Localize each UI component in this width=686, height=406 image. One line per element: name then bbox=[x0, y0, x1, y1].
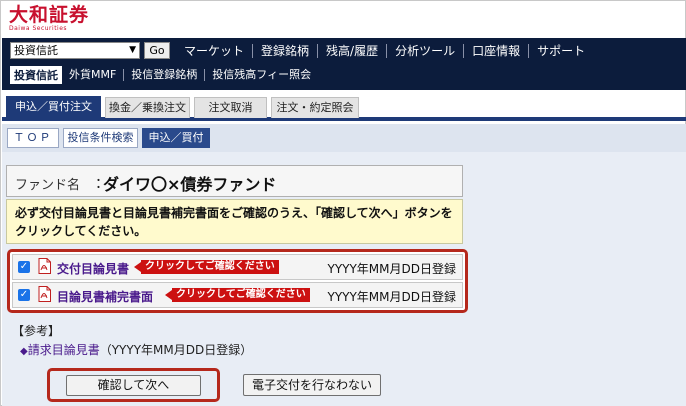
pdf-icon bbox=[38, 286, 51, 302]
main-content: ファンド名 ： ダイワ〇×債券ファンド 必ず交付目論見書と目論見書補完書面をご確… bbox=[2, 152, 686, 406]
arrow-left-icon bbox=[134, 262, 141, 272]
submenu-investment-trust[interactable]: 投資信託 bbox=[10, 66, 62, 84]
reference-item: ◆請求目論見書（YYYY年MM月DD日登録） bbox=[20, 341, 252, 358]
no-electronic-delivery-button[interactable]: 電子交付を行なわない bbox=[243, 374, 381, 396]
tab-purchase-order[interactable]: 申込／買付注文 bbox=[6, 96, 101, 120]
registration-date: YYYY年MM月DD日登録 bbox=[327, 262, 456, 276]
document-row: ✓ 交付目論見書 クリックしてご確認ください YYYY年MM月DD日登録 bbox=[12, 254, 463, 280]
brand-name-en: Daiwa Securities bbox=[9, 25, 68, 32]
pdf-icon bbox=[38, 258, 51, 274]
diamond-bullet-icon: ◆ bbox=[20, 346, 28, 357]
delivery-prospectus-link[interactable]: 交付目論見書 bbox=[57, 260, 129, 277]
reference-heading: 【参考】 bbox=[12, 324, 61, 338]
request-prospectus-link[interactable]: 請求目論見書 bbox=[28, 343, 100, 357]
category-select[interactable]: 投資信託 ▼ bbox=[10, 42, 140, 59]
submenu-foreign-mmf[interactable]: 外貨MMF bbox=[62, 69, 123, 81]
menu-analysis-tools[interactable]: 分析ツール bbox=[387, 44, 465, 58]
menu-account-info[interactable]: 口座情報 bbox=[464, 44, 530, 58]
submenu-registered-funds[interactable]: 投信登録銘柄 bbox=[123, 69, 204, 81]
fund-name-box: ファンド名 ： ダイワ〇×債券ファンド bbox=[6, 165, 463, 197]
checkbox-supplementary-doc[interactable]: ✓ bbox=[18, 289, 30, 301]
arrow-left-icon bbox=[165, 290, 172, 300]
page-frame: 大和証券 Daiwa Securities 投資信託 ▼ Go マーケット 登録… bbox=[0, 0, 686, 406]
category-select-value: 投資信託 bbox=[14, 44, 58, 57]
sub-menu: 投資信託 外貨MMF 投信登録銘柄 投信残高フィー照会 bbox=[10, 65, 318, 85]
fund-name-value: ダイワ〇×債券ファンド bbox=[103, 175, 277, 194]
confirm-button-highlight: 確認して次へ bbox=[47, 368, 220, 402]
subtab-purchase[interactable]: 申込／買付 bbox=[142, 128, 210, 148]
prospectus-documents: ✓ 交付目論見書 クリックしてご確認ください YYYY年MM月DD日登録 ✓ 目… bbox=[7, 249, 468, 313]
chevron-down-icon: ▼ bbox=[129, 45, 136, 55]
subtab-top[interactable]: ＴＯＰ bbox=[7, 128, 59, 148]
tab-order-inquiry[interactable]: 注文・約定照会 bbox=[271, 97, 359, 118]
checkbox-delivery-prospectus[interactable]: ✓ bbox=[18, 261, 30, 273]
confirm-next-button[interactable]: 確認して次へ bbox=[66, 375, 201, 396]
go-button[interactable]: Go bbox=[144, 42, 170, 59]
confirmation-notice: 必ず交付目論見書と目論見書補完書面をご確認のうえ、「確認して次へ」ボタンをクリッ… bbox=[6, 199, 463, 244]
order-tabs: 申込／買付注文 換金／乗換注文 注文取消 注文・約定照会 bbox=[2, 96, 686, 121]
sub-tabs: ＴＯＰ 投信条件検索 申込／買付 bbox=[2, 124, 686, 152]
main-menu: マーケット 登録銘柄 残高/履歴 分析ツール 口座情報 サポート bbox=[184, 40, 593, 62]
submenu-balance-fee[interactable]: 投信残高フィー照会 bbox=[204, 69, 318, 81]
menu-market[interactable]: マーケット bbox=[184, 44, 254, 58]
menu-support[interactable]: サポート bbox=[529, 44, 593, 58]
tab-redeem-order[interactable]: 換金／乗換注文 bbox=[105, 97, 190, 118]
menu-balance-history[interactable]: 残高/履歴 bbox=[318, 44, 388, 58]
tab-cancel-order[interactable]: 注文取消 bbox=[194, 97, 267, 118]
subtab-fund-search[interactable]: 投信条件検索 bbox=[63, 128, 138, 148]
brand-name: 大和証券 bbox=[9, 4, 90, 26]
fund-name-label: ファンド名 bbox=[15, 178, 81, 193]
supplementary-doc-link[interactable]: 目論見書補完書面 bbox=[57, 288, 153, 305]
document-row: ✓ 目論見書補完書面 クリックしてご確認ください YYYY年MM月DD日登録 bbox=[12, 282, 463, 308]
click-to-confirm-text: クリックしてご確認ください bbox=[172, 288, 310, 302]
global-navbar: 投資信託 ▼ Go マーケット 登録銘柄 残高/履歴 分析ツール 口座情報 サポ… bbox=[2, 38, 686, 90]
click-to-confirm-tag: クリックしてご確認ください bbox=[165, 288, 315, 303]
menu-registered[interactable]: 登録銘柄 bbox=[253, 44, 319, 58]
request-prospectus-date: （YYYY年MM月DD日登録） bbox=[99, 343, 253, 357]
registration-date: YYYY年MM月DD日登録 bbox=[327, 290, 456, 304]
click-to-confirm-text: クリックしてご確認ください bbox=[141, 260, 279, 274]
daiwa-logo[interactable]: 大和証券 Daiwa Securities bbox=[9, 5, 93, 35]
click-to-confirm-tag: クリックしてご確認ください bbox=[134, 260, 284, 275]
